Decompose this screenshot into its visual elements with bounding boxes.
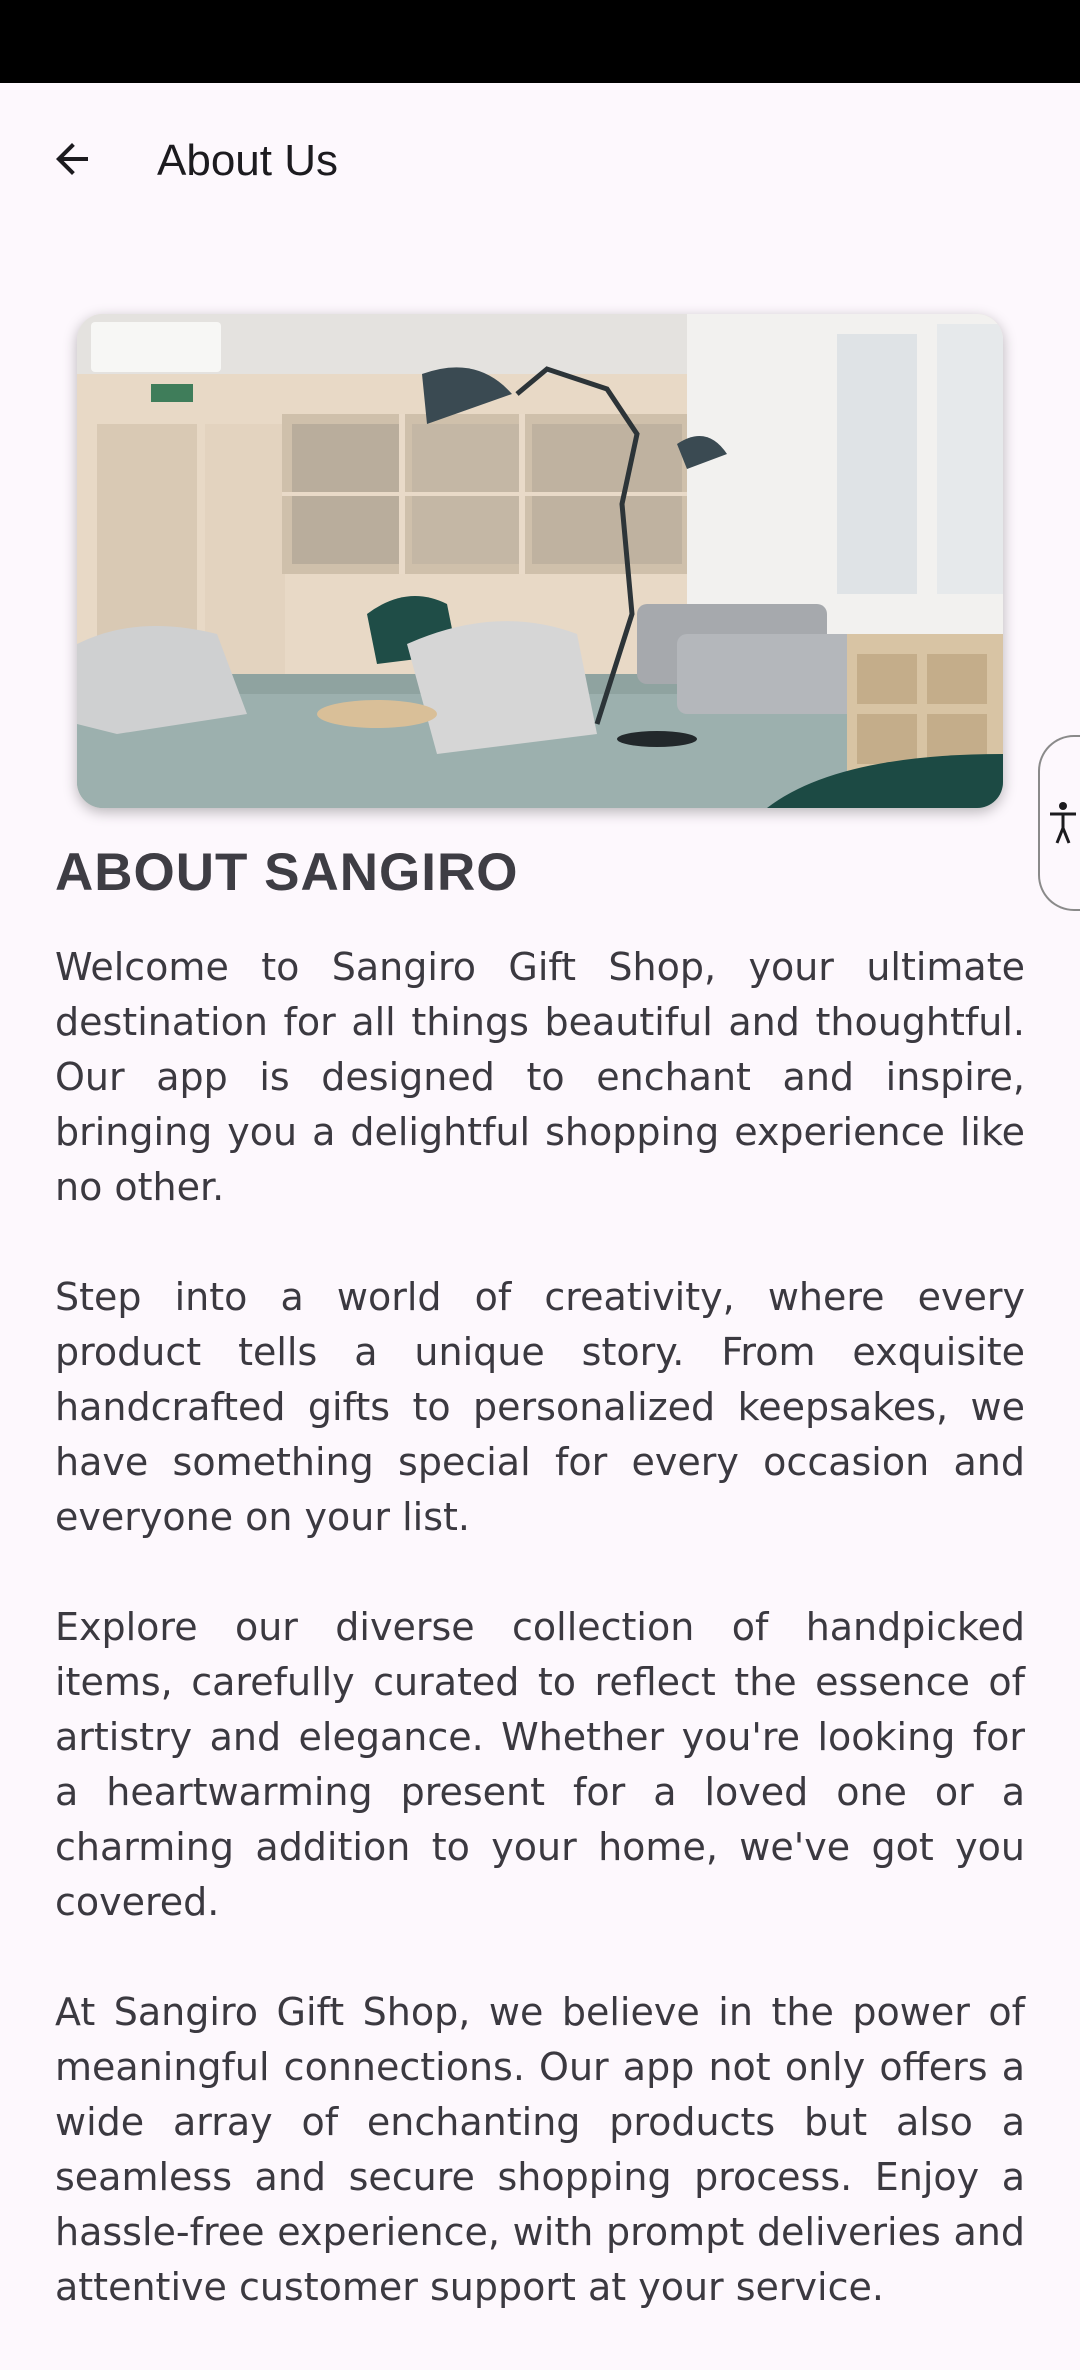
paragraph: Step into a world of creativity, where e…	[55, 1275, 1025, 1539]
accessibility-person-icon	[1050, 802, 1076, 844]
accessibility-button[interactable]	[1038, 735, 1080, 911]
paragraph: Explore our diverse collection of handpi…	[55, 1605, 1025, 1924]
about-body: Welcome to Sangiro Gift Shop, your ultim…	[55, 940, 1025, 2370]
paragraph: At Sangiro Gift Shop, we believe in the …	[55, 1990, 1025, 2309]
app-bar: About Us	[0, 83, 1080, 233]
back-button[interactable]	[36, 123, 108, 195]
about-heading: ABOUT SANGIRO	[55, 843, 519, 902]
hero-image	[77, 314, 1003, 808]
paragraph: Welcome to Sangiro Gift Shop, your ultim…	[55, 945, 1025, 1209]
status-bar	[0, 0, 1080, 83]
arrow-left-icon	[56, 143, 88, 175]
page-title: About Us	[157, 136, 338, 185]
